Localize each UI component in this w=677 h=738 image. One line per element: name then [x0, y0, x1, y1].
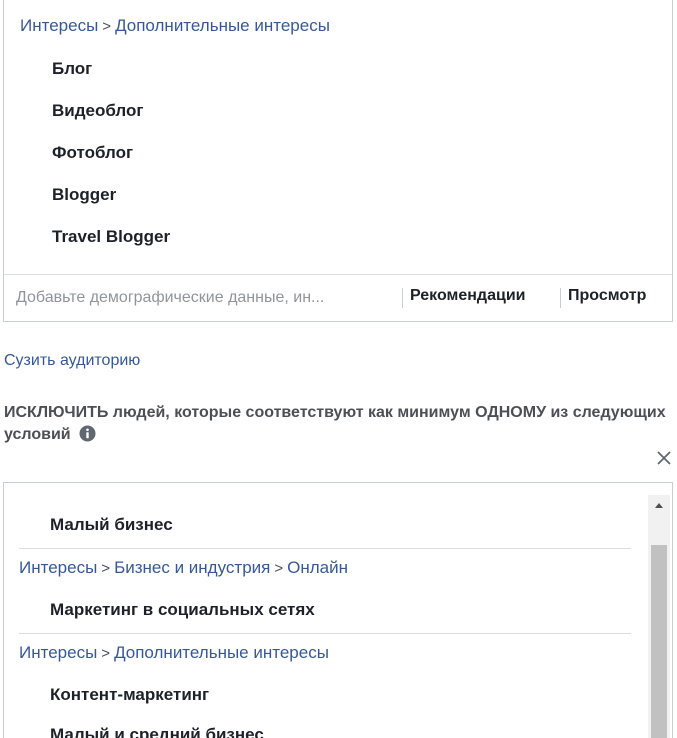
include-item[interactable]: Travel Blogger: [52, 227, 170, 247]
info-icon[interactable]: [79, 425, 96, 449]
include-audience-box: Интересы > Дополнительные интересы Блог Ви…: [3, 0, 673, 322]
path-part: Бизнес и индустрия: [114, 558, 271, 577]
path-part: Дополнительные интересы: [114, 643, 329, 662]
targeting-search-input[interactable]: [16, 287, 396, 309]
include-item[interactable]: Блог: [52, 59, 92, 79]
exclude-item[interactable]: Маркетинг в социальных сетях: [50, 600, 315, 620]
scrollbar[interactable]: [648, 495, 670, 738]
exclude-heading-text: ИСКЛЮЧИТЬ людей, которые соответствуют к…: [4, 404, 666, 443]
browse-button[interactable]: Просмотр: [568, 287, 646, 305]
recommendations-button[interactable]: Рекомендации: [410, 287, 526, 305]
exclude-item[interactable]: Контент-маркетинг: [50, 685, 209, 705]
exclude-category-path: Интересы > Дополнительные интересы: [19, 643, 329, 663]
exclude-audience-box: Малый бизнес Интересы > Бизнес и индустрия…: [3, 482, 673, 738]
footer-divider: [402, 288, 403, 308]
path-separator: >: [101, 645, 111, 662]
path-part: Онлайн: [287, 558, 348, 577]
path-separator: >: [101, 560, 111, 577]
path-part: Дополнительные интересы: [115, 16, 330, 35]
path-separator: >: [102, 18, 112, 35]
exclude-heading: ИСКЛЮЧИТЬ людей, которые соответствуют к…: [4, 402, 666, 449]
scroll-thumb[interactable]: [651, 545, 667, 738]
path-part: Интересы: [20, 16, 99, 35]
exclude-category-path: Интересы > Бизнес и индустрия > Онлайн: [19, 558, 348, 578]
divider: [19, 633, 631, 634]
divider: [19, 548, 631, 549]
path-part: Интересы: [19, 643, 98, 662]
path-separator: >: [274, 560, 284, 577]
exclude-item[interactable]: Малый бизнес: [50, 515, 173, 535]
path-part: Интересы: [19, 558, 98, 577]
scroll-up-arrow-icon[interactable]: [648, 495, 670, 517]
close-icon[interactable]: [654, 448, 674, 468]
targeting-panel: Интересы > Дополнительные интересы Блог Ви…: [0, 0, 677, 738]
include-item[interactable]: Blogger: [52, 185, 116, 205]
include-item[interactable]: Фотоблог: [52, 143, 133, 163]
include-item[interactable]: Видеоблог: [52, 101, 143, 121]
include-category-path: Интересы > Дополнительные интересы: [20, 16, 330, 36]
include-selected-list: Интересы > Дополнительные интересы Блог Ви…: [4, 0, 672, 274]
exclude-item[interactable]: Малый и средний бизнес: [50, 725, 264, 738]
footer-divider: [560, 288, 561, 308]
include-footer: Рекомендации Просмотр: [4, 274, 672, 321]
narrow-audience-link[interactable]: Сузить аудиторию: [4, 352, 140, 370]
